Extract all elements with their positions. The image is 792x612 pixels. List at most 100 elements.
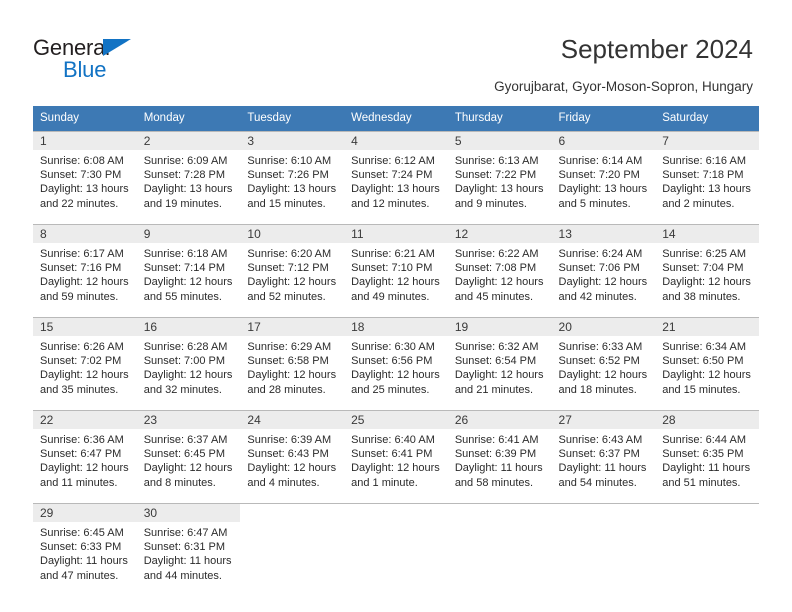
calendar-day-cell[interactable]: 17 Sunrise: 6:29 AM Sunset: 6:58 PM Dayligh… bbox=[240, 317, 345, 411]
day-number: 28 bbox=[662, 413, 676, 427]
daylight-text-line1: Daylight: 12 hours bbox=[247, 369, 337, 382]
calendar-day-cell[interactable]: 2 Sunrise: 6:09 AM Sunset: 7:28 PM Daylight… bbox=[136, 131, 241, 225]
daylight-text-line2: and 15 minutes. bbox=[247, 197, 326, 210]
calendar-header-row: Sunday Monday Tuesday Wednesday Thursday… bbox=[33, 106, 759, 132]
day-number: 29 bbox=[40, 506, 54, 520]
sunrise-text: Sunrise: 6:14 AM bbox=[558, 155, 643, 167]
calendar-day-cell[interactable]: 7 Sunrise: 6:16 AM Sunset: 7:18 PM Daylight… bbox=[655, 131, 759, 225]
page-subtitle: Gyorujbarat, Gyor-Moson-Sopron, Hungary bbox=[494, 79, 753, 94]
sunset-text: Sunset: 6:39 PM bbox=[454, 448, 537, 461]
calendar-day-cell[interactable]: 26 Sunrise: 6:41 AM Sunset: 6:39 PM Dayligh… bbox=[447, 410, 552, 504]
calendar-day-cell[interactable]: 5 Sunrise: 6:13 AM Sunset: 7:22 PM Daylight… bbox=[447, 131, 552, 225]
sunset-text: Sunset: 7:02 PM bbox=[40, 355, 122, 368]
day-number: 23 bbox=[143, 413, 158, 427]
day-number: 7 bbox=[662, 134, 669, 148]
daylight-text-line1: Daylight: 13 hours bbox=[40, 183, 129, 196]
calendar-day-cell[interactable]: 24 Sunrise: 6:39 AM Sunset: 6:43 PM Dayligh… bbox=[240, 410, 345, 504]
daylight-text-line1: Daylight: 12 hours bbox=[454, 276, 544, 289]
day-number: 6 bbox=[558, 134, 566, 148]
logo-text-blue: Blue bbox=[63, 57, 107, 82]
daylight-text-line2: and 25 minutes. bbox=[351, 383, 430, 396]
sunset-text: Sunset: 7:04 PM bbox=[662, 262, 744, 275]
daylight-text-line1: Daylight: 11 hours bbox=[662, 462, 751, 475]
sunrise-text: Sunrise: 6:12 AM bbox=[351, 155, 435, 167]
calendar-day-cell[interactable]: 23 Sunrise: 6:37 AM Sunset: 6:45 PM Dayligh… bbox=[136, 410, 241, 504]
daylight-text-line1: Daylight: 12 hours bbox=[143, 462, 233, 475]
sunset-text: Sunset: 6:41 PM bbox=[351, 448, 433, 461]
calendar-day-cell-empty bbox=[655, 503, 759, 596]
sunrise-text: Sunrise: 6:24 AM bbox=[558, 248, 643, 260]
calendar-day-cell[interactable]: 4 Sunrise: 6:12 AM Sunset: 7:24 PM Daylight… bbox=[344, 131, 448, 225]
calendar-day-cell[interactable]: 8 Sunrise: 6:17 AM Sunset: 7:16 PM Daylight… bbox=[33, 224, 137, 318]
weekday-header-thursday: Thursday bbox=[447, 106, 552, 132]
daylight-text-line2: and 47 minutes. bbox=[40, 569, 119, 582]
sunset-text: Sunset: 7:14 PM bbox=[143, 262, 226, 275]
sunset-text: Sunset: 7:26 PM bbox=[247, 169, 329, 182]
calendar-day-cell[interactable]: 6 Sunrise: 6:14 AM Sunset: 7:20 PM Daylight… bbox=[551, 131, 656, 225]
sunset-text: Sunset: 6:45 PM bbox=[143, 448, 226, 461]
calendar-day-cell[interactable]: 12 Sunrise: 6:22 AM Sunset: 7:08 PM Dayligh… bbox=[447, 224, 552, 318]
calendar-day-cell[interactable]: 29 Sunrise: 6:45 AM Sunset: 6:33 PM Dayligh… bbox=[33, 503, 137, 596]
calendar-day-cell[interactable]: 13 Sunrise: 6:24 AM Sunset: 7:06 PM Dayligh… bbox=[551, 224, 656, 318]
daylight-text-line2: and 38 minutes. bbox=[662, 290, 741, 303]
daylight-text-line2: and 45 minutes. bbox=[454, 290, 534, 303]
daylight-text-line2: and 21 minutes. bbox=[454, 383, 534, 396]
sunrise-text: Sunrise: 6:40 AM bbox=[351, 434, 435, 446]
calendar-day-cell[interactable]: 16 Sunrise: 6:28 AM Sunset: 7:00 PM Dayligh… bbox=[136, 317, 241, 411]
calendar-day-cell[interactable]: 11 Sunrise: 6:21 AM Sunset: 7:10 PM Dayligh… bbox=[344, 224, 448, 318]
daylight-text-line1: Daylight: 13 hours bbox=[247, 183, 337, 196]
daylight-text-line1: Daylight: 12 hours bbox=[454, 369, 544, 382]
calendar-day-cell[interactable]: 1 Sunrise: 6:08 AM Sunset: 7:30 PM Daylight… bbox=[33, 131, 137, 225]
calendar-day-cell[interactable]: 21 Sunrise: 6:34 AM Sunset: 6:50 PM Dayligh… bbox=[655, 317, 759, 411]
calendar-day-cell[interactable]: 22 Sunrise: 6:36 AM Sunset: 6:47 PM Dayligh… bbox=[33, 410, 137, 504]
calendar-day-cell[interactable]: 10 Sunrise: 6:20 AM Sunset: 7:12 PM Dayligh… bbox=[240, 224, 345, 318]
day-number: 9 bbox=[143, 227, 151, 241]
sunset-text: Sunset: 6:52 PM bbox=[558, 355, 640, 368]
daylight-text-line2: and 58 minutes. bbox=[454, 476, 534, 489]
general-blue-logo[interactable]: General Blue bbox=[33, 36, 213, 84]
calendar-day-cell[interactable]: 9 Sunrise: 6:18 AM Sunset: 7:14 PM Daylight… bbox=[136, 224, 241, 318]
daylight-text-line1: Daylight: 12 hours bbox=[558, 276, 648, 289]
calendar-day-cell[interactable]: 20 Sunrise: 6:33 AM Sunset: 6:52 PM Dayligh… bbox=[551, 317, 656, 411]
calendar-day-cell[interactable]: 14 Sunrise: 6:25 AM Sunset: 7:04 PM Dayligh… bbox=[655, 224, 759, 318]
daylight-text-line2: and 8 minutes. bbox=[143, 476, 216, 489]
sunrise-text: Sunrise: 6:29 AM bbox=[247, 341, 332, 353]
day-number: 26 bbox=[454, 413, 469, 427]
calendar-grid: Sunday Monday Tuesday Wednesday Thursday… bbox=[33, 106, 759, 596]
sunset-text: Sunset: 6:31 PM bbox=[143, 541, 226, 554]
calendar-day-cell[interactable]: 25 Sunrise: 6:40 AM Sunset: 6:41 PM Dayligh… bbox=[344, 410, 448, 504]
calendar-day-cell[interactable]: 19 Sunrise: 6:32 AM Sunset: 6:54 PM Dayligh… bbox=[447, 317, 552, 411]
daylight-text-line1: Daylight: 12 hours bbox=[247, 462, 337, 475]
sunset-text: Sunset: 6:56 PM bbox=[351, 355, 433, 368]
page-header: General Blue September 2024 Gyorujbarat,… bbox=[0, 0, 792, 100]
day-number: 10 bbox=[247, 227, 261, 241]
daylight-text-line1: Daylight: 12 hours bbox=[662, 369, 751, 382]
day-number: 20 bbox=[558, 320, 572, 334]
sunset-text: Sunset: 7:28 PM bbox=[143, 169, 226, 182]
calendar-day-cell-empty bbox=[344, 503, 448, 596]
sunrise-text: Sunrise: 6:17 AM bbox=[40, 248, 124, 260]
sunrise-text: Sunrise: 6:41 AM bbox=[454, 434, 539, 446]
calendar-day-cell[interactable]: 27 Sunrise: 6:43 AM Sunset: 6:37 PM Dayligh… bbox=[551, 410, 656, 504]
calendar-day-cell[interactable]: 30 Sunrise: 6:47 AM Sunset: 6:31 PM Dayligh… bbox=[136, 503, 241, 596]
sunrise-text: Sunrise: 6:08 AM bbox=[40, 155, 124, 167]
calendar-day-cell[interactable]: 15 Sunrise: 6:26 AM Sunset: 7:02 PM Dayligh… bbox=[33, 317, 137, 411]
day-number: 21 bbox=[662, 320, 676, 334]
calendar-day-cell[interactable]: 3 Sunrise: 6:10 AM Sunset: 7:26 PM Daylight… bbox=[240, 131, 345, 225]
sunset-text: Sunset: 6:37 PM bbox=[558, 448, 640, 461]
calendar-day-cell[interactable]: 18 Sunrise: 6:30 AM Sunset: 6:56 PM Dayligh… bbox=[344, 317, 448, 411]
calendar-day-cell-empty bbox=[447, 503, 552, 596]
sunset-text: Sunset: 7:10 PM bbox=[351, 262, 433, 275]
day-number bbox=[655, 504, 759, 506]
sunset-text: Sunset: 6:47 PM bbox=[40, 448, 122, 461]
page-title: September 2024 bbox=[560, 34, 753, 64]
day-number: 4 bbox=[351, 134, 358, 148]
sunrise-text: Sunrise: 6:47 AM bbox=[143, 527, 228, 539]
sunrise-text: Sunrise: 6:30 AM bbox=[351, 341, 435, 353]
triangle-icon bbox=[103, 39, 131, 56]
calendar-day-cell[interactable]: 28 Sunrise: 6:44 AM Sunset: 6:35 PM Dayligh… bbox=[655, 410, 759, 504]
day-number: 16 bbox=[143, 320, 158, 334]
day-number: 18 bbox=[351, 320, 365, 334]
day-number: 5 bbox=[454, 134, 462, 148]
sunrise-text: Sunrise: 6:28 AM bbox=[143, 341, 228, 353]
